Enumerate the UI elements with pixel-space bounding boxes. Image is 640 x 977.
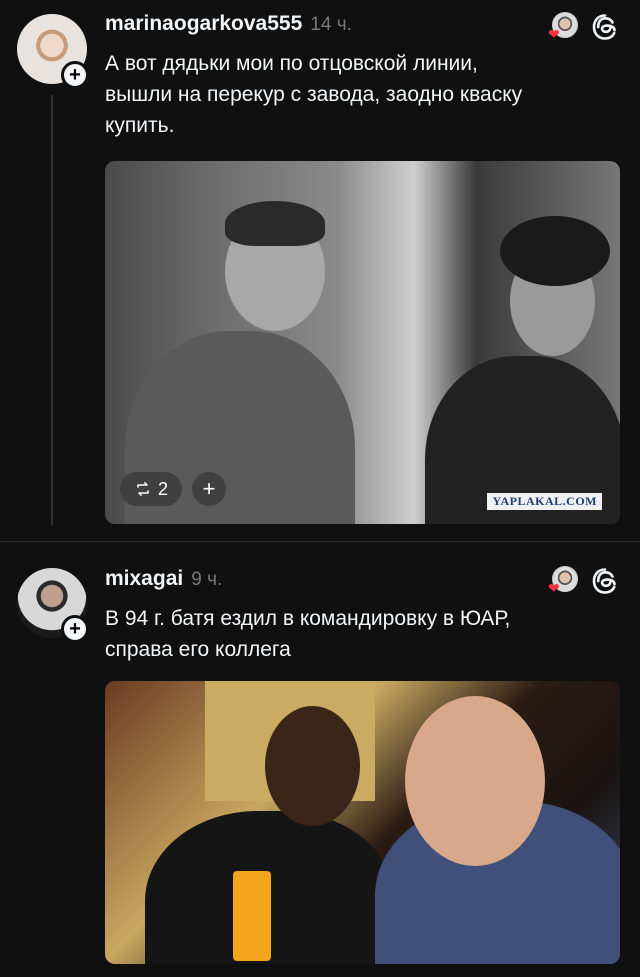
username[interactable]: mixagai	[105, 567, 183, 591]
post-header: mixagai 9 ч.	[105, 567, 222, 591]
post-time: 9 ч.	[191, 569, 223, 590]
post-photo[interactable]	[105, 681, 620, 964]
photo-glass	[233, 871, 271, 961]
follow-plus-icon[interactable]: +	[61, 615, 89, 643]
heart-icon: ❤	[548, 580, 560, 596]
thread-post: + mixagai 9 ч. ❤ В 94 г. батя ездил в ко…	[0, 0, 640, 977]
liked-by-avatar[interactable]: ❤	[548, 566, 578, 596]
post-text: В 94 г. батя ездил в командировку в ЮАР,…	[105, 607, 511, 661]
post-header-icons: ❤	[548, 566, 620, 596]
photo-face-left	[265, 706, 360, 826]
threads-logo-icon[interactable]	[590, 566, 620, 596]
photo-face-right	[405, 696, 545, 866]
